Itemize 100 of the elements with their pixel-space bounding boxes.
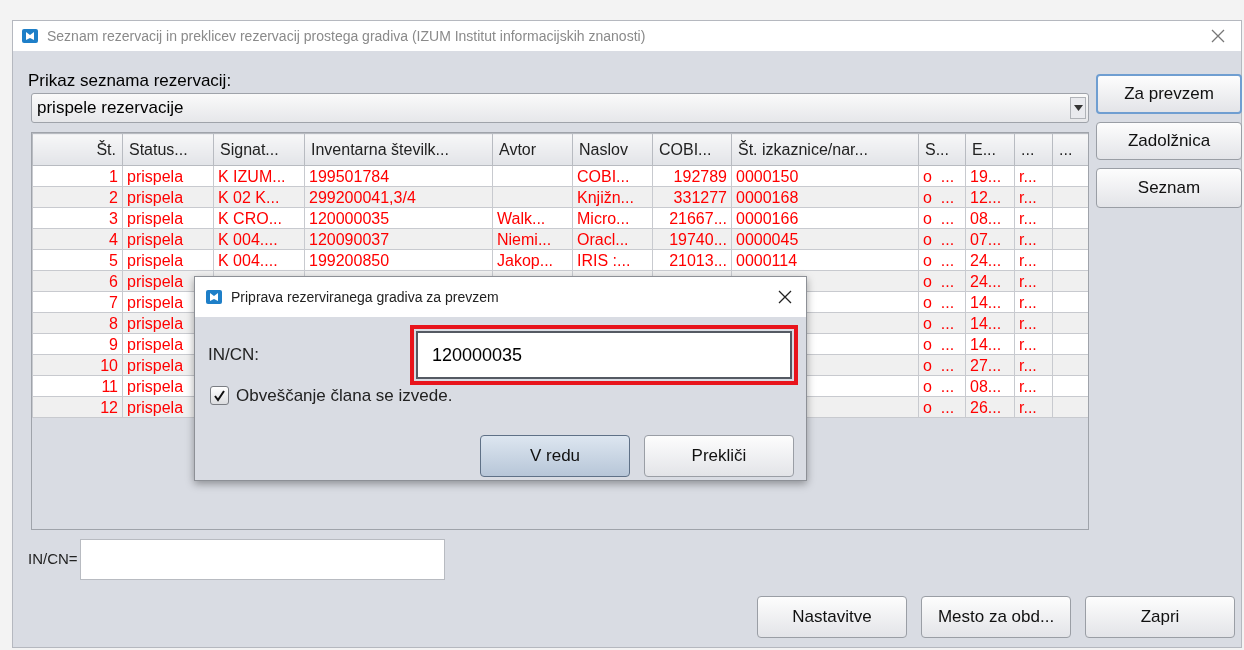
table-cell: o ...: [923, 209, 955, 227]
table-cell: K IZUM...: [218, 167, 286, 185]
table-cell: 24...: [970, 272, 1002, 290]
table-cell: 21013...: [669, 251, 727, 269]
view-label: Prikaz seznama rezervacij:: [28, 71, 232, 91]
incn-label: IN/CN:: [208, 344, 260, 367]
table-cell: 8: [109, 314, 118, 332]
table-cell: 199501784: [309, 167, 390, 185]
table-cell: prispela: [127, 377, 184, 395]
table-cell: prispela: [127, 293, 184, 311]
table-cell: prispela: [127, 188, 184, 206]
table-cell: 24...: [970, 251, 1002, 269]
table-cell: r...: [1019, 377, 1037, 395]
table-cell: COBI...: [577, 167, 630, 185]
table-cell: 2: [109, 188, 118, 206]
table-cell: 0000045: [736, 230, 799, 248]
side-button[interactable]: Za prevzem: [1096, 74, 1242, 114]
table-cell: prispela: [127, 314, 184, 332]
notify-label: Obveščanje člana se izvede.: [236, 385, 453, 407]
table-cell: Oracl...: [577, 230, 629, 248]
column-header[interactable]: Status...: [122, 133, 214, 166]
table-cell: o ...: [923, 272, 955, 290]
table-cell: r...: [1019, 293, 1037, 311]
column-header[interactable]: Št.: [32, 133, 123, 166]
table-cell: 19740...: [669, 230, 727, 248]
table-cell: 14...: [970, 293, 1002, 311]
column-header[interactable]: Št. izkaznice/nar...: [731, 133, 919, 166]
column-header[interactable]: Avtor: [492, 133, 573, 166]
column-header[interactable]: ...: [1014, 133, 1053, 166]
column-header[interactable]: E...: [965, 133, 1015, 166]
table-cell: 21667...: [669, 209, 727, 227]
table-cell: r...: [1019, 167, 1037, 185]
table-cell: Niemi...: [497, 230, 552, 248]
table-cell: o ...: [923, 377, 955, 395]
table-cell: r...: [1019, 230, 1037, 248]
table-cell: Knjižn...: [577, 188, 634, 206]
table-cell: Jakop...: [497, 251, 554, 269]
table-cell: prispela: [127, 209, 184, 227]
footer-button[interactable]: Mesto za obd...: [921, 596, 1071, 638]
column-header[interactable]: Naslov: [572, 133, 653, 166]
table-cell: 08...: [970, 209, 1002, 227]
table-cell: 14...: [970, 314, 1002, 332]
table-cell: 9: [109, 335, 118, 353]
column-header[interactable]: COBI...: [652, 133, 732, 166]
window-title: Seznam rezervacij in preklicev rezervacij prostega gradiva (IZUM Institut informacijskih znanosti): [47, 26, 646, 46]
table-cell: o ...: [923, 188, 955, 206]
dialog-button[interactable]: V redu: [480, 434, 630, 477]
dialog-button[interactable]: Prekliči: [644, 434, 794, 477]
table-cell: 7: [109, 293, 118, 311]
table-cell: Walk...: [497, 209, 546, 227]
table-cell: prispela: [127, 272, 184, 290]
table-cell: 26...: [970, 398, 1002, 416]
table-cell: 07...: [970, 230, 1002, 248]
table-cell: o ...: [923, 314, 955, 332]
table-cell: 331277: [673, 188, 727, 206]
table-cell: 0000168: [736, 188, 799, 206]
checkbox[interactable]: [210, 386, 229, 406]
table-cell: 08...: [970, 377, 1002, 395]
table-cell: 0000114: [736, 251, 798, 269]
table-cell: 192789: [673, 167, 727, 185]
table-cell: r...: [1019, 188, 1037, 206]
column-header[interactable]: S...: [918, 133, 966, 166]
incn-label: IN/CN=: [28, 549, 78, 570]
footer-button[interactable]: Nastavitve: [757, 596, 907, 638]
app-logo-icon: [21, 27, 39, 45]
table-cell: 4: [109, 230, 118, 248]
side-button[interactable]: Zadolžnica: [1096, 122, 1242, 160]
column-header[interactable]: ...: [1052, 133, 1088, 166]
table-cell: 199200850: [309, 251, 390, 269]
table-cell: 12: [100, 398, 118, 416]
table-cell: o ...: [923, 293, 955, 311]
table-cell: K CRO...: [218, 209, 282, 227]
incn-input-field[interactable]: 120000035: [410, 325, 798, 385]
column-header[interactable]: Inventarna številk...: [304, 133, 493, 166]
table-cell: 1: [109, 167, 118, 185]
table-cell: K 02 K...: [218, 188, 280, 206]
view-select[interactable]: prispele rezervacije: [31, 93, 1089, 123]
table-cell: 299200041,3/4: [309, 188, 416, 206]
table-cell: 5: [109, 251, 118, 269]
table-cell: o ...: [923, 335, 955, 353]
table-cell: 6: [109, 272, 118, 290]
table-cell: 3: [109, 209, 118, 227]
table-cell: 0000150: [736, 167, 799, 185]
column-header[interactable]: Signat...: [213, 133, 305, 166]
table-cell: o ...: [923, 251, 955, 269]
footer-button[interactable]: Zapri: [1085, 596, 1235, 638]
table-cell: r...: [1019, 209, 1037, 227]
side-button[interactable]: Seznam: [1096, 168, 1242, 208]
table-cell: o ...: [923, 356, 955, 374]
table-cell: r...: [1019, 251, 1037, 269]
close-icon[interactable]: [778, 290, 792, 304]
table-cell: K 004....: [218, 230, 278, 248]
table-cell: prispela: [127, 356, 184, 374]
table-cell: prispela: [127, 335, 184, 353]
table-cell: o ...: [923, 398, 955, 416]
table-cell: prispela: [127, 167, 184, 185]
table-cell: 120090037: [309, 230, 390, 248]
incn-input-field[interactable]: [79, 539, 445, 580]
table-cell: r...: [1019, 335, 1037, 353]
table-cell: r...: [1019, 356, 1037, 374]
